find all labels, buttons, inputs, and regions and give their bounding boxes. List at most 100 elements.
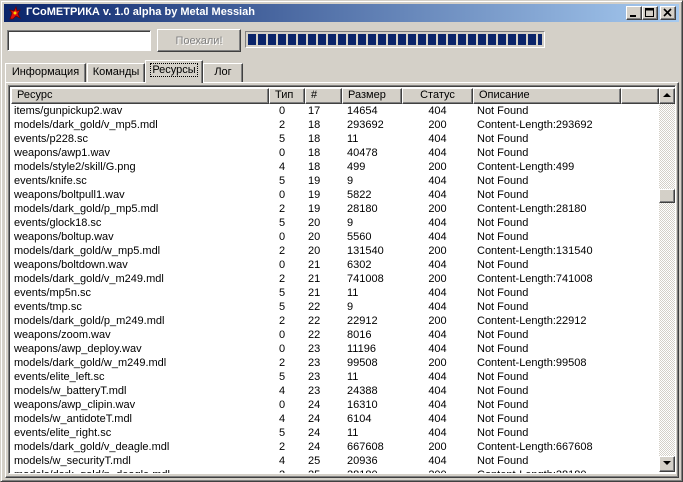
- table-row[interactable]: models/w_securityT.mdl 4 25 20936 404 Not Fou…: [11, 454, 659, 468]
- table-row[interactable]: models/dark_gold/p_mp5.mdl 2 19 28180 200 Con…: [11, 202, 659, 216]
- cell-status: 404: [428, 287, 447, 299]
- cell-description: Content-Length:99508: [477, 357, 587, 369]
- window-title: ГСоМЕТРИКА v. 1.0 alpha by Metal Messiah: [26, 6, 255, 18]
- scroll-up-button[interactable]: [659, 88, 675, 104]
- tab-commands[interactable]: Команды: [87, 63, 145, 82]
- table-row[interactable]: items/gunpickup2.wav 0 17 14654 404 Not Found: [11, 104, 659, 118]
- cell-type: 0: [279, 343, 286, 355]
- cell-size: 11: [347, 371, 359, 383]
- table-row[interactable]: models/dark_gold/w_m249.mdl 2 23 99508 200 Co…: [11, 356, 659, 370]
- table-row[interactable]: weapons/awp_deploy.wav 0 23 11196 404 Not Fou…: [11, 342, 659, 356]
- cell-status: 200: [428, 245, 447, 257]
- cell-status: 404: [428, 147, 447, 159]
- cell-resource: events/mp5n.sc: [14, 287, 92, 299]
- go-button[interactable]: Поехали!: [157, 29, 241, 52]
- cell-number: 19: [308, 189, 321, 201]
- resources-list[interactable]: Ресурс Тип # Размер Статус Описание item…: [8, 85, 676, 474]
- cell-description: Not Found: [477, 399, 529, 411]
- cell-resource: models/dark_gold/p_m249.mdl: [14, 315, 165, 327]
- cell-type: 4: [279, 455, 286, 467]
- table-row[interactable]: models/dark_gold/w_mp5.mdl 2 20 131540 200 Co…: [11, 244, 659, 258]
- table-row[interactable]: weapons/zoom.wav 0 22 8016 404 Not Found: [11, 328, 659, 342]
- table-row[interactable]: models/dark_gold/v_mp5.mdl 2 18 293692 200 Co…: [11, 118, 659, 132]
- cell-size: 667608: [347, 441, 384, 453]
- table-row[interactable]: events/tmp.sc 5 22 9 404 Not Found: [11, 300, 659, 314]
- cell-number: 19: [308, 203, 321, 215]
- column-header-number[interactable]: #: [305, 88, 342, 104]
- cell-size: 99508: [347, 357, 378, 369]
- table-row[interactable]: events/p228.sc 5 18 11 404 Not Found: [11, 132, 659, 146]
- column-header-description[interactable]: Описание: [473, 88, 621, 104]
- cell-size: 131540: [347, 245, 384, 257]
- column-header-type[interactable]: Тип: [269, 88, 305, 104]
- cell-description: Content-Length:22912: [477, 315, 587, 327]
- cell-description: Not Found: [477, 231, 529, 243]
- scroll-down-button[interactable]: [659, 456, 675, 472]
- cell-number: 24: [308, 427, 321, 439]
- tab-log[interactable]: Лог: [203, 63, 243, 82]
- tab-info[interactable]: Информация: [5, 63, 86, 82]
- tab-resources[interactable]: Ресурсы: [145, 60, 203, 83]
- table-row[interactable]: events/mp5n.sc 5 21 11 404 Not Found: [11, 286, 659, 300]
- cell-type: 2: [279, 203, 286, 215]
- cell-status: 404: [428, 175, 447, 187]
- cell-type: 5: [279, 133, 286, 145]
- cell-resource: weapons/boltup.wav: [14, 231, 114, 243]
- cell-status: 404: [428, 427, 447, 439]
- table-row[interactable]: models/w_antidoteT.mdl 4 24 6104 404 Not Foun…: [11, 412, 659, 426]
- server-address-input[interactable]: [7, 30, 151, 51]
- cell-description: Content-Length:131540: [477, 245, 593, 257]
- cell-resource: models/w_securityT.mdl: [14, 455, 131, 467]
- maximize-button[interactable]: [642, 6, 658, 20]
- table-row[interactable]: models/dark_gold/v_m249.mdl 2 21 741008 200 C…: [11, 272, 659, 286]
- scroll-thumb[interactable]: [659, 188, 675, 203]
- cell-status: 200: [428, 273, 447, 285]
- vertical-scrollbar[interactable]: [659, 88, 675, 472]
- cell-size: 11: [347, 287, 359, 299]
- cell-size: 741008: [347, 273, 384, 285]
- column-header-size[interactable]: Размер: [342, 88, 402, 104]
- column-header-status[interactable]: Статус: [402, 88, 473, 104]
- table-row[interactable]: weapons/awp_clipin.wav 0 24 16310 404 Not Fou…: [11, 398, 659, 412]
- minimize-button[interactable]: [626, 6, 642, 20]
- cell-resource: weapons/awp1.wav: [14, 147, 111, 159]
- cell-description: Not Found: [477, 287, 529, 299]
- table-row[interactable]: weapons/awp1.wav 0 18 40478 404 Not Found: [11, 146, 659, 160]
- cell-resource: models/dark_gold/v_m249.mdl: [14, 273, 164, 285]
- table-row[interactable]: weapons/boltup.wav 0 20 5560 404 Not Found: [11, 230, 659, 244]
- cell-resource: models/w_batteryT.mdl: [14, 385, 127, 397]
- cell-number: 21: [308, 259, 321, 271]
- cell-number: 18: [308, 133, 321, 145]
- cell-number: 20: [308, 231, 321, 243]
- cell-description: Not Found: [477, 371, 529, 383]
- cell-description: Not Found: [477, 259, 529, 271]
- table-row[interactable]: models/dark_gold/v_deagle.mdl 2 24 667608 20…: [11, 440, 659, 454]
- table-row[interactable]: models/w_batteryT.mdl 4 23 24388 404 Not Foun…: [11, 384, 659, 398]
- table-row[interactable]: models/style2/skill/G.png 4 18 499 200 Conten…: [11, 160, 659, 174]
- table-row[interactable]: events/knife.sc 5 19 9 404 Not Found: [11, 174, 659, 188]
- table-row[interactable]: events/elite_left.sc 5 23 11 404 Not Found: [11, 370, 659, 384]
- cell-size: 9: [347, 175, 354, 187]
- cell-number: 25: [308, 455, 321, 467]
- cell-status: 200: [428, 357, 447, 369]
- cell-status: 200: [428, 441, 447, 453]
- cell-size: 11196: [347, 343, 376, 355]
- cell-status: 404: [428, 385, 447, 397]
- table-row[interactable]: models/dark_gold/p_m249.mdl 2 22 22912 200 Co…: [11, 314, 659, 328]
- cell-size: 6104: [347, 413, 372, 425]
- cell-number: 24: [308, 441, 321, 453]
- cell-type: 5: [279, 301, 286, 313]
- cell-type: 0: [279, 105, 286, 117]
- title-bar[interactable]: ГСоМЕТРИКА v. 1.0 alpha by Metal Messiah: [4, 4, 679, 22]
- table-row[interactable]: events/elite_right.sc 5 24 11 404 Not Found: [11, 426, 659, 440]
- table-row[interactable]: models/dark_gold/p_deagle.mdl 2 25 28180200…: [11, 468, 659, 473]
- close-button[interactable]: [660, 6, 676, 20]
- cell-size: 24388: [347, 385, 378, 397]
- cell-resource: weapons/boltdown.wav: [14, 259, 128, 271]
- table-row[interactable]: weapons/boltpull1.wav 0 19 5822 404 Not Found: [11, 188, 659, 202]
- table-row[interactable]: weapons/boltdown.wav 0 21 6302 404 Not Found: [11, 258, 659, 272]
- cell-description: Not Found: [477, 189, 529, 201]
- column-header-resource[interactable]: Ресурс: [11, 88, 269, 104]
- cell-resource: events/tmp.sc: [14, 301, 82, 313]
- table-row[interactable]: events/glock18.sc 5 20 9 404 Not Found: [11, 216, 659, 230]
